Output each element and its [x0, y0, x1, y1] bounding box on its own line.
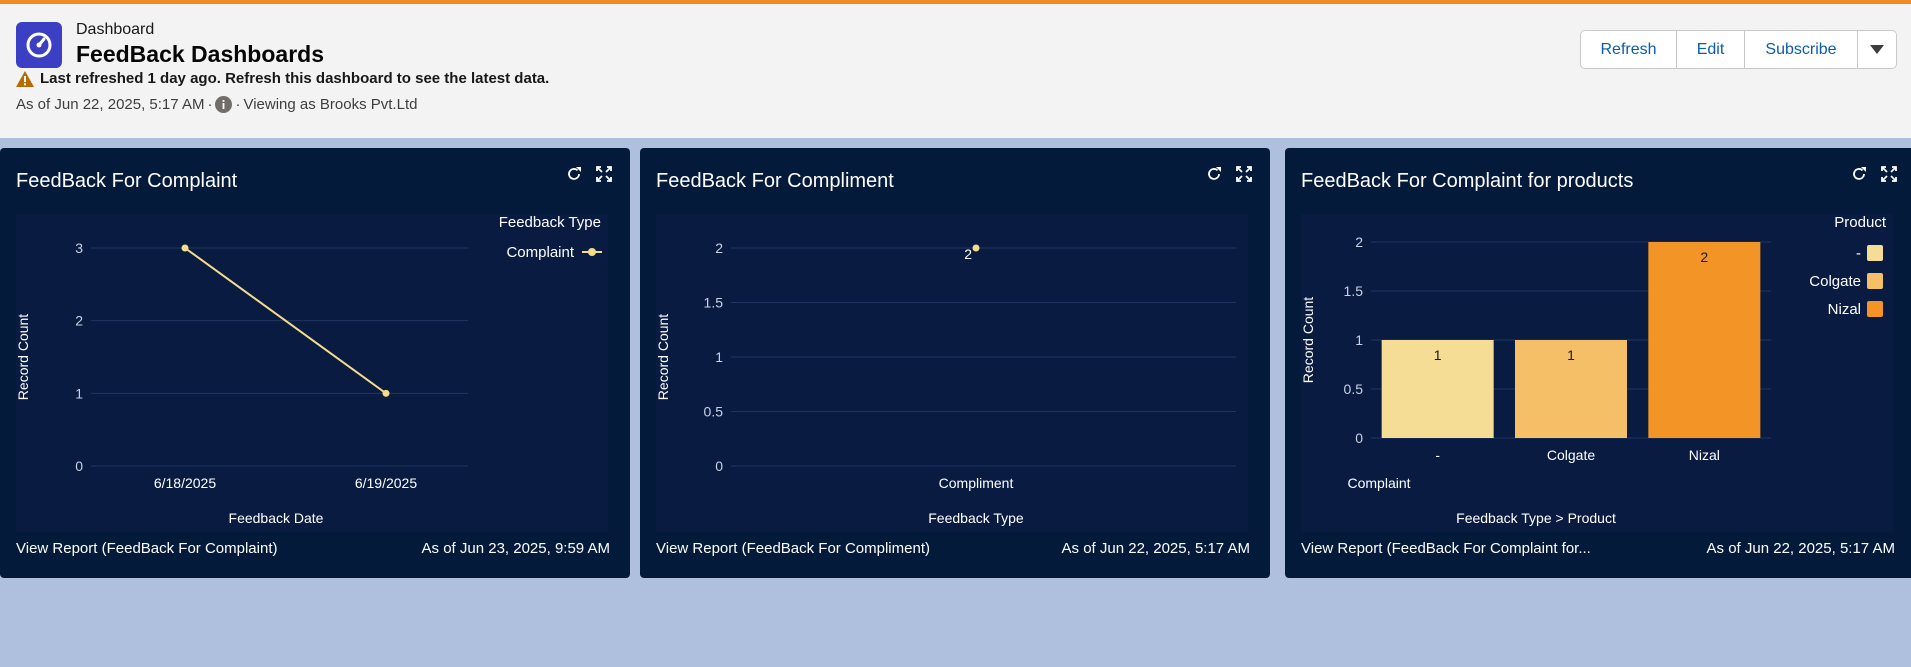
- chevron-down-icon: [1870, 45, 1884, 54]
- y-tick-label: 1: [1355, 332, 1363, 348]
- x-axis-title-part: Feedback Type: [1456, 510, 1552, 526]
- refresh-icon[interactable]: [566, 166, 582, 182]
- expand-icon[interactable]: [1236, 166, 1252, 182]
- y-axis-title: Record Count: [656, 314, 671, 400]
- view-report-link[interactable]: View Report (FeedBack For Compliment): [656, 540, 930, 557]
- refresh-warning-text: Last refreshed 1 day ago. Refresh this d…: [40, 70, 550, 87]
- chart-area: 0 1 2 3 Record Count 6/18/2025 6/19/2025 Feedba…: [16, 214, 608, 532]
- chart-area: 0 0.5 1 1.5 2 Record Count 1 - 1 Colgate 2 Nizal Com…: [1301, 214, 1893, 532]
- panel-timestamp: As of Jun 22, 2025, 5:17 AM: [1706, 540, 1895, 557]
- view-report-link[interactable]: View Report (FeedBack For Complaint for.…: [1301, 540, 1591, 557]
- x-axis-title-part: Product: [1568, 510, 1616, 526]
- legend-swatch: [1867, 245, 1883, 261]
- dashboard-panel-complaint: FeedBack For Complaint 0 1 2 3 Record Count 6…: [0, 148, 630, 578]
- edit-button[interactable]: Edit: [1677, 31, 1745, 68]
- data-label: 1: [1567, 347, 1575, 363]
- legend-label: -: [1856, 245, 1861, 262]
- page-eyebrow: Dashboard: [76, 21, 155, 38]
- y-tick-label: 1: [75, 385, 83, 401]
- y-tick-label: 2: [715, 240, 723, 256]
- page-title: FeedBack Dashboards: [76, 41, 324, 67]
- y-tick-label: 1.5: [1344, 283, 1364, 299]
- x-tick-label: 6/18/2025: [154, 475, 216, 491]
- panel-timestamp: As of Jun 23, 2025, 9:59 AM: [421, 540, 610, 557]
- y-tick-label: 0: [715, 458, 723, 474]
- panel-timestamp: As of Jun 22, 2025, 5:17 AM: [1061, 540, 1250, 557]
- as-of-timestamp: As of Jun 22, 2025, 5:17 AM: [16, 96, 205, 113]
- y-tick-label: 2: [1355, 234, 1363, 250]
- expand-icon[interactable]: [596, 166, 612, 182]
- data-label: 2: [964, 246, 972, 262]
- x-axis-title: Feedback Type: [928, 510, 1024, 526]
- legend-dot-swatch: [588, 248, 596, 256]
- x-tick-label: 6/19/2025: [355, 475, 417, 491]
- subscribe-button[interactable]: Subscribe: [1745, 31, 1858, 68]
- legend-swatch: [1867, 273, 1883, 289]
- y-tick-label: 0: [1355, 430, 1363, 446]
- x-tick-label: Colgate: [1547, 447, 1595, 463]
- dashboard-panel-compliment: FeedBack For Compliment 0 0.5 1 1.5 2 Record …: [640, 148, 1270, 578]
- dashboard-app-icon: [16, 22, 62, 68]
- more-actions-button[interactable]: [1858, 31, 1896, 68]
- header-button-group: Refresh Edit Subscribe: [1580, 30, 1897, 69]
- data-point: [181, 244, 189, 252]
- dashboard-header: Dashboard FeedBack Dashboards Last refre…: [0, 0, 1911, 138]
- dashboard-meta: As of Jun 22, 2025, 5:17 AM · · Viewing …: [16, 96, 417, 113]
- legend-label: Complaint: [506, 244, 574, 261]
- refresh-warning: Last refreshed 1 day ago. Refresh this d…: [16, 70, 549, 87]
- separator-dot: ·: [207, 96, 213, 113]
- panel-title: FeedBack For Complaint for products: [1301, 170, 1634, 192]
- group-label: Complaint: [1347, 475, 1410, 491]
- bar: [1648, 242, 1761, 438]
- warning-icon: [16, 70, 34, 87]
- y-tick-label: 1.5: [704, 295, 724, 311]
- y-tick-label: 3: [75, 240, 83, 256]
- x-tick-label: -: [1435, 447, 1440, 463]
- y-tick-label: 0: [75, 458, 83, 474]
- y-tick-label: 0.5: [1344, 381, 1364, 397]
- panel-title: FeedBack For Complaint: [16, 170, 238, 192]
- data-point: [382, 389, 390, 397]
- refresh-icon[interactable]: [1206, 166, 1222, 182]
- y-tick-label: 0.5: [704, 404, 724, 420]
- legend-swatch: [1867, 301, 1883, 317]
- x-axis-title-part: >: [1556, 510, 1564, 526]
- data-label: 1: [1434, 347, 1442, 363]
- dashboard-panel-products: FeedBack For Complaint for products 0 0.5…: [1285, 148, 1911, 578]
- legend-label: Colgate: [1809, 273, 1861, 290]
- view-report-link[interactable]: View Report (FeedBack For Complaint): [16, 540, 278, 557]
- y-tick-label: 2: [75, 313, 83, 329]
- x-tick-label: Nizal: [1689, 447, 1720, 463]
- panel-title: FeedBack For Compliment: [656, 170, 894, 192]
- separator-dot: ·: [235, 96, 241, 113]
- legend-label: Nizal: [1828, 301, 1861, 318]
- y-tick-label: 1: [715, 349, 723, 365]
- x-axis-title: Feedback Type > Product: [1456, 510, 1616, 526]
- x-axis-title: Feedback Date: [229, 510, 324, 526]
- y-axis-title: Record Count: [16, 314, 31, 400]
- y-axis-title: Record Count: [1301, 297, 1316, 383]
- refresh-icon[interactable]: [1851, 166, 1867, 182]
- viewing-as: Viewing as Brooks Pvt.Ltd: [243, 96, 418, 113]
- legend-title: Product: [1834, 214, 1887, 231]
- legend-title: Feedback Type: [499, 214, 601, 231]
- chart-area: 0 0.5 1 1.5 2 Record Count 2 Compliment Feedback…: [656, 214, 1248, 532]
- data-point: [972, 244, 980, 252]
- x-tick-label: Compliment: [939, 475, 1014, 491]
- expand-icon[interactable]: [1881, 166, 1897, 182]
- info-icon[interactable]: [215, 96, 233, 113]
- refresh-button[interactable]: Refresh: [1581, 31, 1677, 68]
- data-label: 2: [1700, 249, 1708, 265]
